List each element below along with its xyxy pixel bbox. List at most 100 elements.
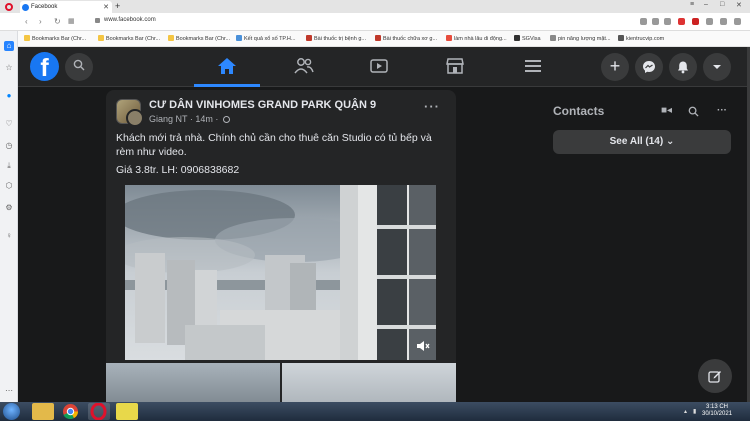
page-icon bbox=[618, 35, 624, 41]
messenger-icon bbox=[643, 61, 655, 73]
send-icon[interactable] bbox=[664, 18, 671, 25]
post-photo-thumb[interactable] bbox=[106, 363, 280, 402]
heart-icon[interactable] bbox=[678, 18, 685, 25]
search-icon[interactable] bbox=[640, 18, 647, 25]
bookmarks-bar: Bookmarks Bar (Chr... Bookmarks Bar (Chr… bbox=[18, 31, 750, 47]
search-icon bbox=[73, 59, 85, 71]
tab-marketplace[interactable] bbox=[422, 47, 488, 87]
network-icon[interactable]: ▮ bbox=[693, 408, 696, 415]
bookmark-item[interactable]: Kết quả xổ số TP.H... bbox=[236, 35, 295, 42]
search-icon[interactable] bbox=[688, 106, 699, 117]
friends-icon bbox=[294, 58, 314, 74]
hamburger-icon bbox=[525, 60, 541, 72]
chevron-down-icon: ⌄ bbox=[665, 136, 675, 147]
file-explorer-icon[interactable] bbox=[32, 403, 54, 420]
browser-tab-facebook[interactable]: Facebook ✕ bbox=[20, 1, 112, 13]
mute-icon[interactable] bbox=[416, 340, 430, 352]
account-button[interactable] bbox=[703, 53, 731, 81]
messenger-icon[interactable]: ● bbox=[4, 91, 14, 101]
gear-icon[interactable]: ⚙ bbox=[4, 203, 14, 213]
more-options-icon[interactable]: ··· bbox=[717, 105, 727, 116]
tab-home[interactable] bbox=[194, 47, 260, 87]
download-icon[interactable] bbox=[720, 18, 727, 25]
messenger-button[interactable] bbox=[635, 53, 663, 81]
browser-tab-strip: Facebook ✕ + ≡ – □ ✕ bbox=[0, 0, 750, 13]
new-room-icon[interactable]: ■◂ bbox=[661, 105, 672, 116]
post-text: Khách mới trả nhà. Chính chủ cần cho thu… bbox=[116, 132, 432, 158]
bulb-icon[interactable]: ♀ bbox=[4, 231, 14, 241]
bookmark-item[interactable]: Bookmarks Bar (Chr... bbox=[98, 35, 160, 42]
menu-icon[interactable]: ≡ bbox=[690, 1, 694, 8]
sticky-app-icon[interactable] bbox=[116, 403, 138, 420]
home-icon[interactable]: ⌂ bbox=[4, 41, 14, 51]
address-bar: ‹ › ↻ ▦ www.facebook.com bbox=[0, 13, 750, 31]
history-icon[interactable]: ◷ bbox=[4, 141, 14, 151]
maximize-icon[interactable]: □ bbox=[720, 1, 724, 8]
taskbar-clock[interactable]: 3:13 CH 30/10/2021 bbox=[702, 404, 732, 418]
clock-date: 30/10/2021 bbox=[702, 411, 733, 417]
chevron-down-icon bbox=[713, 65, 721, 69]
bookmark-item[interactable]: kientrucvip.com bbox=[618, 35, 664, 42]
back-icon[interactable]: ‹ bbox=[25, 17, 28, 27]
bookmark-item[interactable]: Bài thuốc chữa xơ g... bbox=[375, 35, 437, 42]
notifications-button[interactable] bbox=[669, 53, 697, 81]
opera-sidebar: ⌂ ☆ ● ♡ ◷ ⤓ ⬡ ⚙ ♀ ⋯ bbox=[0, 31, 18, 402]
start-button[interactable] bbox=[3, 403, 20, 420]
video-frame bbox=[125, 185, 436, 360]
post-video[interactable] bbox=[125, 185, 436, 360]
bookmark-item[interactable]: pin năng lượng mặt... bbox=[550, 35, 611, 42]
lock-icon[interactable] bbox=[95, 18, 100, 23]
opera-logo-icon[interactable] bbox=[5, 3, 13, 11]
bookmark-item[interactable]: SGVisa bbox=[514, 35, 541, 42]
post-meta: Giang NT · 14m · bbox=[149, 114, 230, 124]
feed-post: CƯ DÂN VINHOMES GRAND PARK QUẬN 9 Giang … bbox=[106, 90, 456, 402]
heart-icon[interactable]: ♡ bbox=[4, 119, 14, 129]
page-icon bbox=[306, 35, 312, 41]
bookmark-item[interactable]: làm nhà lâu di động... bbox=[446, 35, 507, 42]
bell-icon bbox=[678, 61, 688, 74]
video-icon bbox=[370, 59, 388, 73]
bookmark-icon[interactable] bbox=[706, 18, 713, 25]
group-name-link[interactable]: CƯ DÂN VINHOMES GRAND PARK QUẬN 9 bbox=[149, 99, 376, 111]
tray-arrow-icon[interactable]: ▴ bbox=[684, 408, 687, 415]
star-icon[interactable]: ☆ bbox=[4, 63, 14, 73]
post-photo-thumb[interactable] bbox=[282, 363, 456, 402]
search-button[interactable] bbox=[65, 53, 93, 81]
tab-watch[interactable] bbox=[346, 47, 412, 87]
camera-icon[interactable] bbox=[652, 18, 659, 25]
new-tab-button[interactable]: + bbox=[115, 1, 120, 11]
download-icon[interactable]: ⤓ bbox=[4, 161, 14, 171]
post-options-button[interactable]: ··· bbox=[424, 99, 440, 114]
window-close-icon[interactable]: ✕ bbox=[736, 1, 742, 9]
settings-icon[interactable] bbox=[734, 18, 741, 25]
bookmark-item[interactable]: Bài thuốc trị bệnh g... bbox=[306, 35, 366, 42]
create-button[interactable]: + bbox=[601, 53, 629, 81]
tab-close-icon[interactable]: ✕ bbox=[103, 3, 109, 11]
more-icon[interactable]: ⋯ bbox=[4, 386, 14, 396]
cube-icon[interactable]: ⬡ bbox=[4, 181, 14, 191]
page-icon bbox=[514, 35, 520, 41]
opera-taskbar-icon[interactable] bbox=[88, 402, 110, 421]
minimize-icon[interactable]: – bbox=[704, 1, 708, 8]
post-time[interactable]: 14m bbox=[195, 114, 213, 124]
tab-title: Facebook bbox=[31, 4, 58, 10]
group-avatar[interactable] bbox=[116, 99, 144, 127]
tab-menu[interactable] bbox=[500, 47, 566, 87]
extension-icon[interactable] bbox=[692, 18, 699, 25]
speed-dial-icon[interactable]: ▦ bbox=[68, 17, 75, 27]
tab-friends[interactable] bbox=[271, 47, 337, 87]
windows-taskbar: ▴ ▮ 3:13 CH 30/10/2021 bbox=[0, 402, 750, 421]
bookmark-item[interactable]: Bookmarks Bar (Chr... bbox=[24, 35, 86, 42]
url-field[interactable]: www.facebook.com bbox=[104, 17, 156, 23]
facebook-logo-icon[interactable]: f bbox=[30, 52, 59, 82]
new-message-button[interactable] bbox=[698, 359, 732, 393]
reload-icon[interactable]: ↻ bbox=[54, 17, 61, 27]
author-link[interactable]: Giang NT bbox=[149, 114, 187, 124]
bookmark-item[interactable]: Bookmarks Bar (Chr... bbox=[168, 35, 230, 42]
post-price-text: Giá 3.8tr. LH: 0906838682 bbox=[116, 164, 240, 176]
see-all-contacts-button[interactable]: See All (14) ⌄ bbox=[553, 130, 731, 154]
chrome-logo-icon bbox=[63, 404, 78, 420]
globe-icon bbox=[222, 116, 230, 123]
chrome-icon[interactable] bbox=[60, 403, 82, 420]
forward-icon[interactable]: › bbox=[39, 17, 42, 27]
